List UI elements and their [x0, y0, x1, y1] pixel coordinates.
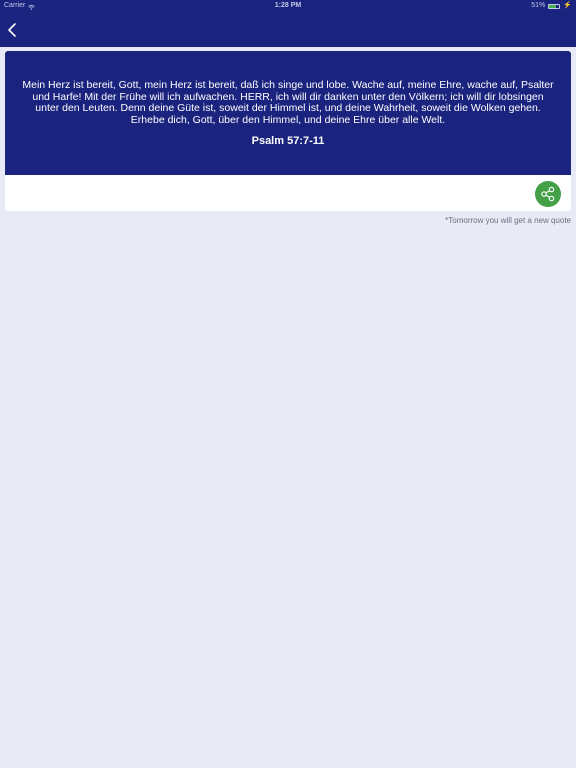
status-bar: Carrier 1:28 PM 51% ⚡ — [0, 0, 576, 12]
share-icon — [541, 186, 555, 202]
navigation-bar — [0, 12, 576, 47]
charging-icon: ⚡ — [563, 2, 572, 9]
quote-card: Mein Herz ist bereit, Gott, mein Herz is… — [5, 51, 571, 211]
back-button[interactable] — [4, 20, 22, 40]
battery-icon — [548, 3, 561, 9]
quote-panel: Mein Herz ist bereit, Gott, mein Herz is… — [5, 51, 571, 175]
battery-group: 51% ⚡ — [531, 0, 572, 12]
battery-level — [549, 4, 557, 8]
new-quote-footnote: *Tomorrow you will get a new quote — [445, 216, 571, 225]
quote-text: Mein Herz ist bereit, Gott, mein Herz is… — [22, 79, 554, 126]
status-time: 1:28 PM — [274, 2, 302, 9]
chevron-left-icon — [8, 23, 16, 37]
battery-percent: 51% — [531, 2, 546, 9]
share-button[interactable] — [535, 181, 561, 207]
quote-reference: Psalm 57:7-11 — [251, 135, 325, 147]
